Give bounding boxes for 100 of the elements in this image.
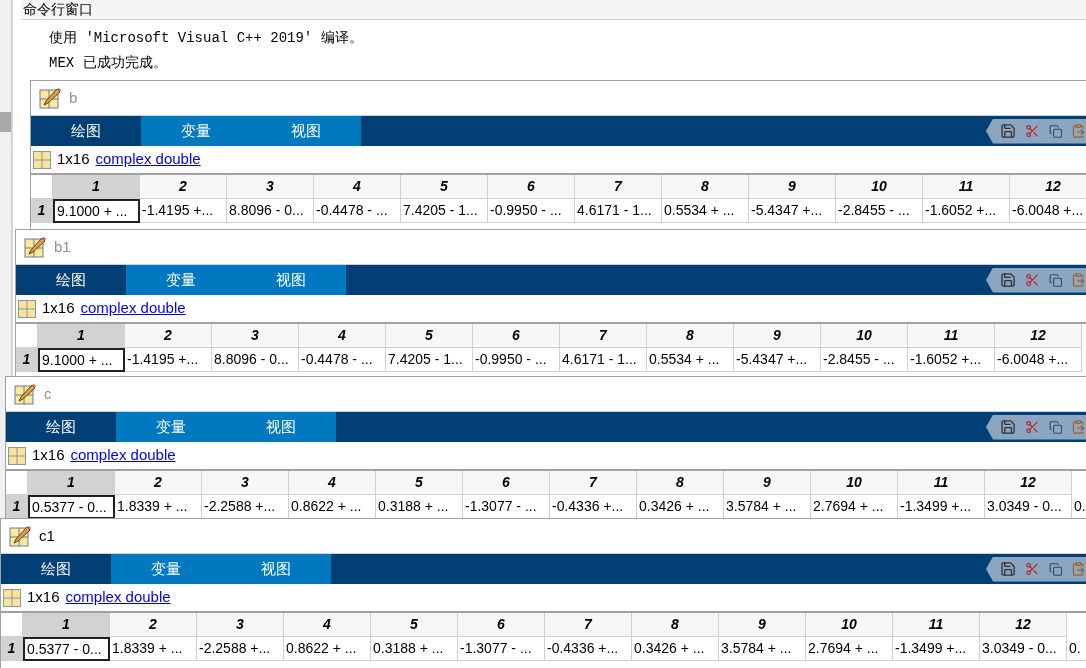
column-header[interactable]: 6 xyxy=(473,324,560,348)
table-cell[interactable]: -5.4347 +... xyxy=(749,199,836,223)
column-header[interactable]: 6 xyxy=(458,613,545,637)
cut-icon[interactable] xyxy=(1025,271,1040,289)
cut-icon[interactable] xyxy=(1025,122,1040,140)
class-link[interactable]: complex double xyxy=(95,148,201,171)
column-header[interactable]: 8 xyxy=(662,175,749,199)
column-header[interactable]: 2 xyxy=(140,175,227,199)
table-cell[interactable]: -2.2588 +... xyxy=(197,637,284,661)
table-cell[interactable]: -1.4195 +... xyxy=(140,199,227,223)
column-header[interactable]: 6 xyxy=(488,175,575,199)
column-header[interactable]: 12 xyxy=(995,324,1082,348)
table-cell[interactable]: 0. xyxy=(1067,637,1086,661)
column-header[interactable]: 6 xyxy=(463,471,550,495)
table-cell[interactable]: -0.4336 +... xyxy=(545,637,632,661)
column-header[interactable]: 12 xyxy=(1010,175,1086,199)
column-header[interactable]: 5 xyxy=(386,324,473,348)
table-cell[interactable]: -6.0048 +... xyxy=(1010,199,1086,223)
copy-icon[interactable] xyxy=(1048,560,1063,578)
row-header[interactable]: 1 xyxy=(6,495,28,519)
table-cell[interactable]: 9.1000 + ... xyxy=(53,199,140,223)
column-header[interactable]: 9 xyxy=(719,613,806,637)
column-header[interactable]: 11 xyxy=(923,175,1010,199)
column-header[interactable]: 4 xyxy=(314,175,401,199)
paste-icon[interactable] xyxy=(1071,271,1086,289)
table-cell[interactable]: -1.3499 +... xyxy=(893,637,980,661)
column-header[interactable]: 7 xyxy=(560,324,647,348)
column-header[interactable]: 4 xyxy=(289,471,376,495)
table-cell[interactable]: -2.8455 - ... xyxy=(836,199,923,223)
paste-icon[interactable] xyxy=(1071,418,1086,436)
column-header[interactable]: 10 xyxy=(811,471,898,495)
column-header[interactable]: 8 xyxy=(637,471,724,495)
column-header[interactable]: 8 xyxy=(632,613,719,637)
column-header[interactable]: 1 xyxy=(53,175,140,199)
column-header[interactable]: 2 xyxy=(125,324,212,348)
save-icon[interactable] xyxy=(1000,270,1017,290)
column-header[interactable]: 3 xyxy=(202,471,289,495)
column-header[interactable]: 2 xyxy=(110,613,197,637)
column-header[interactable]: 1 xyxy=(38,324,125,348)
column-header[interactable]: 1 xyxy=(23,613,110,637)
cut-icon[interactable] xyxy=(1025,418,1040,436)
table-cell[interactable]: 0.5534 + ... xyxy=(662,199,749,223)
table-cell[interactable]: -5.4347 +... xyxy=(734,348,821,372)
table-cell[interactable]: -0.4478 - ... xyxy=(314,199,401,223)
table-cell[interactable]: 1.8339 + ... xyxy=(110,637,197,661)
column-header[interactable]: 9 xyxy=(734,324,821,348)
column-header[interactable]: 10 xyxy=(836,175,923,199)
column-header[interactable]: 4 xyxy=(284,613,371,637)
table-cell[interactable]: -2.8455 - ... xyxy=(821,348,908,372)
save-icon[interactable] xyxy=(1000,417,1017,437)
table-cell[interactable]: -1.6052 +... xyxy=(908,348,995,372)
table-cell[interactable]: 4.6171 - 1... xyxy=(560,348,647,372)
table-cell[interactable]: 8.8096 - 0... xyxy=(212,348,299,372)
column-header[interactable]: 3 xyxy=(227,175,314,199)
column-header[interactable]: 7 xyxy=(575,175,662,199)
column-header[interactable]: 12 xyxy=(985,471,1072,495)
column-header[interactable]: 7 xyxy=(545,613,632,637)
table-cell[interactable]: 4.6171 - 1... xyxy=(575,199,662,223)
column-header[interactable]: 5 xyxy=(401,175,488,199)
column-header[interactable]: 2 xyxy=(115,471,202,495)
toolstrip-tab[interactable]: 视图 xyxy=(251,116,361,146)
table-cell[interactable]: -6.0048 +... xyxy=(995,348,1082,372)
column-header[interactable]: 5 xyxy=(376,471,463,495)
column-header[interactable]: 7 xyxy=(550,471,637,495)
table-cell[interactable]: -1.3077 - ... xyxy=(458,637,545,661)
toolstrip-tab[interactable]: 视图 xyxy=(221,554,331,584)
table-cell[interactable]: 2.7694 + ... xyxy=(806,637,893,661)
column-header[interactable]: 3 xyxy=(197,613,284,637)
column-header[interactable]: 12 xyxy=(980,613,1067,637)
save-icon[interactable] xyxy=(1000,559,1017,579)
table-cell[interactable]: 8.8096 - 0... xyxy=(227,199,314,223)
column-header[interactable]: 3 xyxy=(212,324,299,348)
table-cell[interactable]: 3.0349 - 0... xyxy=(980,637,1067,661)
column-header[interactable]: 9 xyxy=(724,471,811,495)
toolstrip-tab[interactable]: 视图 xyxy=(236,265,346,295)
table-cell[interactable]: 7.4205 - 1... xyxy=(386,348,473,372)
column-header[interactable]: 8 xyxy=(647,324,734,348)
class-link[interactable]: complex double xyxy=(65,586,171,609)
class-link[interactable]: complex double xyxy=(80,297,186,320)
table-cell[interactable]: 3.5784 + ... xyxy=(719,637,806,661)
table-cell[interactable]: 0.8622 + ... xyxy=(284,637,371,661)
column-header[interactable]: 11 xyxy=(898,471,985,495)
row-header[interactable]: 1 xyxy=(16,348,38,372)
toolstrip-tab[interactable]: 视图 xyxy=(226,412,336,442)
table-cell[interactable]: 7.4205 - 1... xyxy=(401,199,488,223)
column-header[interactable]: 10 xyxy=(806,613,893,637)
class-link[interactable]: complex double xyxy=(70,444,176,467)
table-cell[interactable]: -0.9950 - ... xyxy=(488,199,575,223)
toolstrip-tab[interactable]: 变量 xyxy=(141,116,251,146)
column-header[interactable]: 11 xyxy=(893,613,980,637)
table-cell[interactable]: -0.4478 - ... xyxy=(299,348,386,372)
table-cell[interactable]: 0.5377 - 0... xyxy=(23,637,110,661)
copy-icon[interactable] xyxy=(1048,122,1063,140)
table-cell[interactable]: 0.3188 + ... xyxy=(371,637,458,661)
column-header[interactable]: 4 xyxy=(299,324,386,348)
save-icon[interactable] xyxy=(1000,121,1017,141)
column-header[interactable]: 9 xyxy=(749,175,836,199)
column-header[interactable]: 1 xyxy=(28,471,115,495)
column-header[interactable]: 5 xyxy=(371,613,458,637)
toolstrip-tab[interactable]: 变量 xyxy=(111,554,221,584)
